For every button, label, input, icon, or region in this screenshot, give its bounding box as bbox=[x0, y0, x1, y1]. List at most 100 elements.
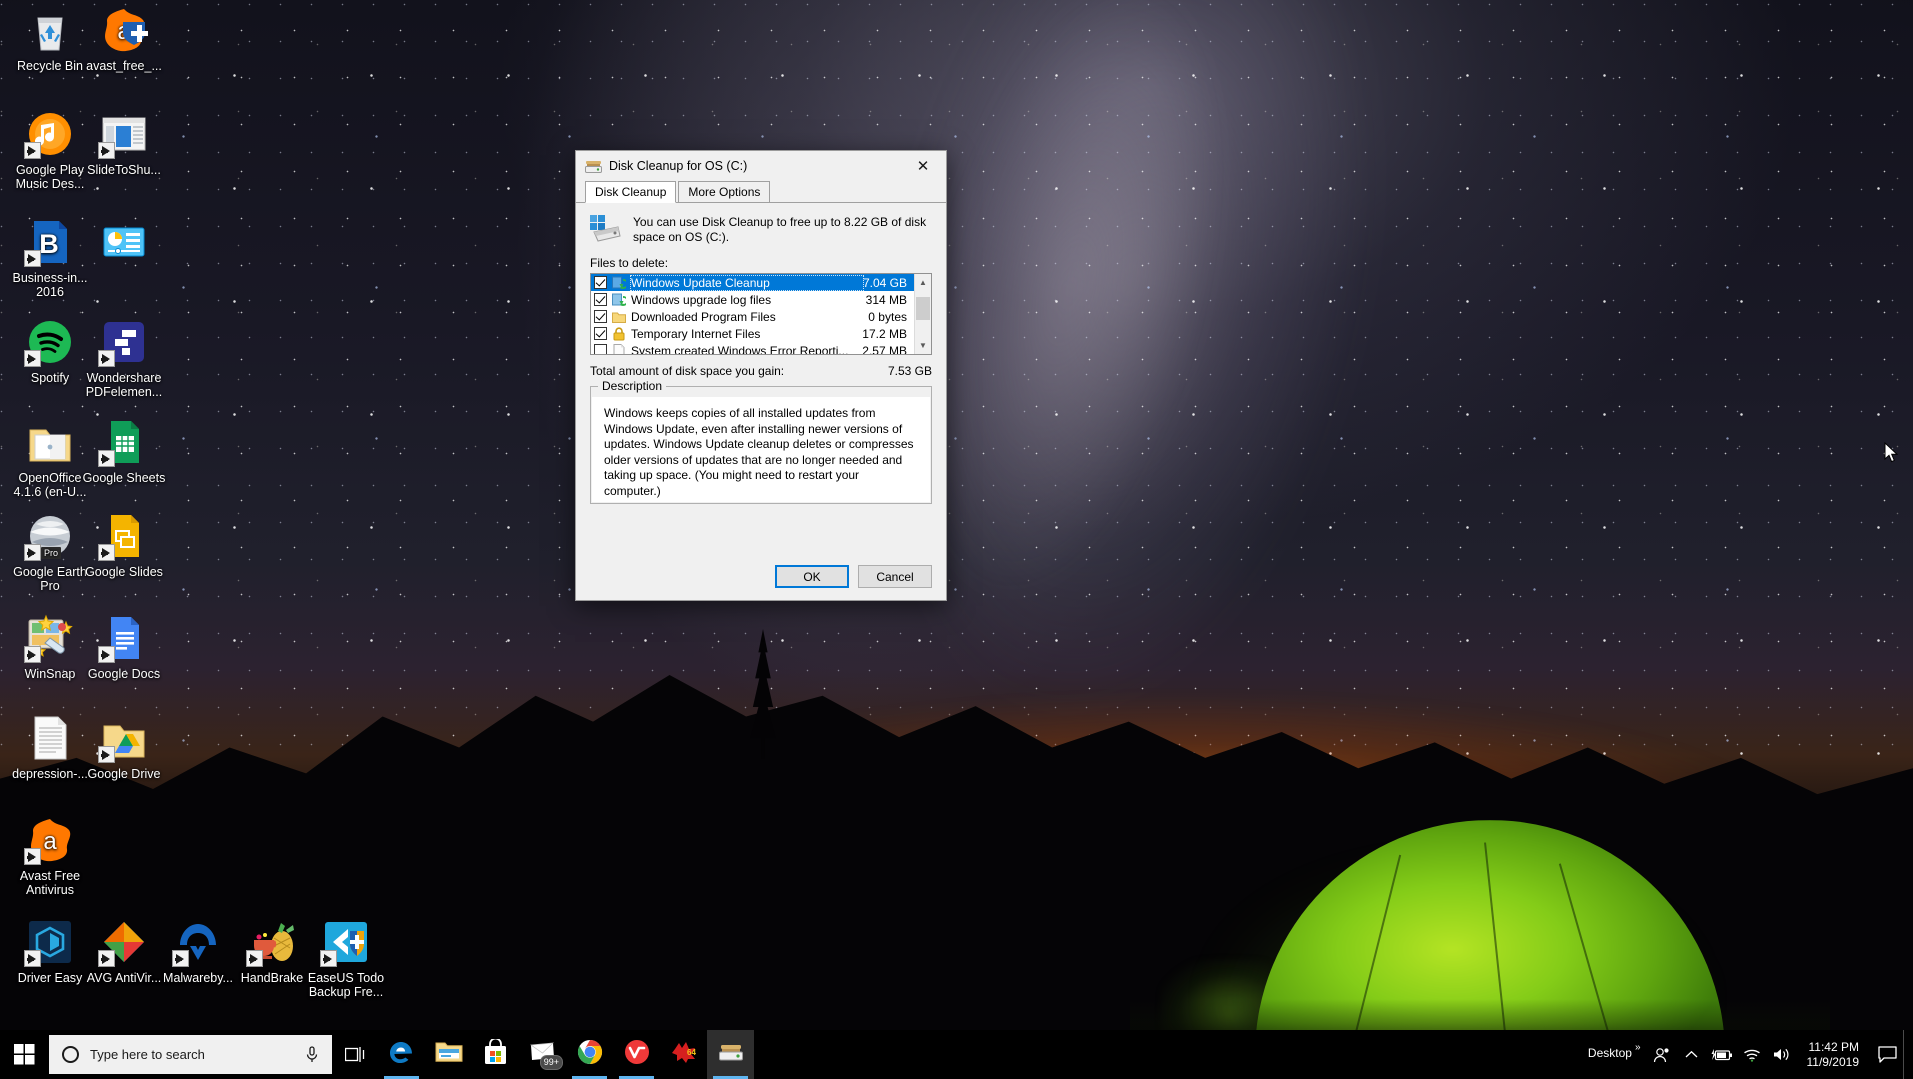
file-row-checkbox[interactable] bbox=[594, 344, 607, 354]
google-play-music-icon bbox=[24, 110, 74, 159]
business-document-icon: B bbox=[24, 218, 74, 267]
malwarebytes-icon bbox=[172, 918, 222, 967]
openoffice-folder-icon bbox=[26, 418, 74, 466]
svg-text:64: 64 bbox=[687, 1048, 696, 1057]
spotify-icon bbox=[24, 318, 74, 367]
slidetoshutdown-icon bbox=[98, 110, 148, 159]
dialog-titlebar[interactable]: Disk Cleanup for OS (C:) ✕ bbox=[576, 151, 946, 181]
windows-update-icon bbox=[612, 276, 628, 290]
file-rows[interactable]: Windows Update Cleanup 7.04 GB Windows upg… bbox=[591, 274, 914, 354]
file-row[interactable]: Temporary Internet Files 17.2 MB bbox=[591, 325, 914, 342]
file-row-checkbox[interactable] bbox=[594, 293, 607, 306]
google-docs-icon bbox=[98, 614, 148, 663]
clock-date: 11/9/2019 bbox=[1806, 1054, 1860, 1069]
file-row-checkbox[interactable] bbox=[594, 327, 607, 340]
action-center-icon[interactable] bbox=[1871, 1030, 1903, 1079]
desktop[interactable]: Recycle Binaavast_free_...Google Play Mu… bbox=[0, 0, 1913, 1079]
taskbar-app-64c[interactable]: 64 bbox=[660, 1030, 707, 1079]
taskbar-app-file-explorer[interactable] bbox=[425, 1030, 472, 1079]
taskbar-apps[interactable]: 99+ 64 bbox=[378, 1030, 754, 1079]
task-view-button[interactable] bbox=[332, 1030, 378, 1079]
desktop-icon-label: Avast Free Antivirus bbox=[19, 869, 81, 897]
tab-disk-cleanup[interactable]: Disk Cleanup bbox=[585, 181, 677, 203]
people-icon[interactable] bbox=[1647, 1030, 1677, 1079]
show-desktop-button[interactable] bbox=[1903, 1030, 1911, 1079]
taskbar[interactable]: Type here to search 99+ 64 Desktop » 11:… bbox=[0, 1030, 1913, 1079]
desktop-icon-slidetoshu[interactable]: SlideToShu... bbox=[78, 110, 170, 177]
taskbar-app-mail[interactable]: 99+ bbox=[519, 1030, 566, 1079]
microphone-icon[interactable] bbox=[305, 1045, 319, 1064]
desktop-icon-google-sheets[interactable]: Google Sheets bbox=[78, 418, 170, 485]
speaker-icon[interactable] bbox=[1767, 1030, 1797, 1079]
disk-cleanup-icon bbox=[585, 159, 602, 174]
search-input[interactable]: Type here to search bbox=[49, 1035, 332, 1074]
desktop-icon-wondershare-pdfelemen[interactable]: Wondershare PDFelemen... bbox=[78, 318, 170, 399]
tray-overflow-icon[interactable]: » bbox=[1635, 1042, 1641, 1053]
system-tray[interactable]: Desktop » 11:42 PM 11/9/2019 bbox=[1578, 1030, 1913, 1079]
desktop-icon-easeus-todo-backup-fre[interactable]: EaseUS Todo Backup Fre... bbox=[300, 918, 392, 999]
file-row[interactable]: Windows Update Cleanup 7.04 GB bbox=[591, 274, 914, 291]
file-row-checkbox[interactable] bbox=[594, 276, 607, 289]
file-row-name: Windows upgrade log files bbox=[631, 292, 772, 307]
wifi-icon[interactable] bbox=[1737, 1030, 1767, 1079]
ok-button[interactable]: OK bbox=[775, 565, 849, 588]
shortcut-arrow-icon bbox=[24, 848, 41, 865]
list-scrollbar[interactable]: ▲ ▼ bbox=[914, 274, 931, 354]
search-placeholder: Type here to search bbox=[90, 1047, 205, 1062]
file-row-name: Downloaded Program Files bbox=[631, 309, 776, 324]
edge-icon bbox=[388, 1039, 415, 1071]
start-button[interactable] bbox=[0, 1030, 48, 1079]
scrollbar-thumb[interactable] bbox=[916, 297, 930, 320]
description-legend: Description bbox=[598, 379, 667, 393]
google-sheets-icon bbox=[98, 418, 148, 467]
pdfelement-icon bbox=[98, 318, 148, 367]
file-row-size: 0 bytes bbox=[868, 309, 907, 324]
description-text: Windows keeps copies of all installed up… bbox=[592, 397, 930, 502]
easeus-todo-backup-icon bbox=[320, 918, 370, 967]
scrollbar-track[interactable] bbox=[915, 291, 931, 337]
pro-badge: Pro bbox=[41, 547, 62, 559]
taskbar-app-vivaldi[interactable] bbox=[613, 1030, 660, 1079]
tray-desktop-text: Desktop bbox=[1587, 1046, 1632, 1060]
scroll-down-icon[interactable]: ▼ bbox=[915, 337, 931, 354]
desktop-icon-google-docs[interactable]: Google Docs bbox=[78, 614, 170, 681]
clock[interactable]: 11:42 PM 11/9/2019 bbox=[1797, 1040, 1872, 1070]
dialog-intro-text: You can use Disk Cleanup to free up to 8… bbox=[633, 215, 927, 244]
close-icon[interactable]: ✕ bbox=[900, 151, 946, 180]
dialog-buttons[interactable]: OK Cancel bbox=[775, 565, 932, 588]
description-group: Description Windows keeps copies of all … bbox=[590, 379, 932, 504]
taskbar-app-disk-cleanup[interactable] bbox=[707, 1030, 754, 1079]
desktop-icon-presentation-icon[interactable] bbox=[78, 218, 170, 271]
tray-desktop-label[interactable]: Desktop » bbox=[1578, 1030, 1647, 1079]
file-explorer-icon bbox=[435, 1040, 463, 1069]
files-to-delete-list[interactable]: Windows Update Cleanup 7.04 GB Windows upg… bbox=[590, 273, 932, 355]
file-row[interactable]: System created Windows Error Reporti... 2… bbox=[591, 342, 914, 354]
shortcut-arrow-icon bbox=[98, 950, 115, 967]
file-row-size: 2.57 MB bbox=[862, 343, 907, 355]
desktop-icon-google-drive[interactable]: Google Drive bbox=[78, 714, 170, 781]
show-hidden-icons-icon[interactable] bbox=[1677, 1030, 1707, 1079]
desktop-icon-avast-free[interactable]: a avast_free_... bbox=[78, 6, 170, 73]
disk-cleanup-icon bbox=[717, 1040, 745, 1069]
desktop-icon-avast-free-antivirus[interactable]: a Avast Free Antivirus bbox=[4, 816, 96, 897]
file-row[interactable]: Downloaded Program Files 0 bytes bbox=[591, 308, 914, 325]
tab-more-options[interactable]: More Options bbox=[678, 181, 771, 202]
shortcut-arrow-icon bbox=[98, 450, 115, 467]
taskbar-app-microsoft-edge[interactable] bbox=[378, 1030, 425, 1079]
dialog-tabs[interactable]: Disk Cleanup More Options bbox=[576, 181, 946, 203]
google-earth-icon: Pro bbox=[24, 512, 74, 561]
disk-drive-icon bbox=[588, 214, 622, 242]
shortcut-arrow-icon bbox=[24, 950, 41, 967]
file-row[interactable]: Windows upgrade log files 314 MB bbox=[591, 291, 914, 308]
cancel-button[interactable]: Cancel bbox=[858, 565, 932, 588]
vivaldi-icon bbox=[624, 1039, 650, 1070]
taskbar-app-microsoft-store[interactable] bbox=[472, 1030, 519, 1079]
desktop-icon-google-slides[interactable]: Google Slides bbox=[78, 512, 170, 579]
battery-charging-icon[interactable] bbox=[1707, 1030, 1737, 1079]
desktop-icon-label: Google Drive bbox=[87, 767, 161, 781]
file-row-checkbox[interactable] bbox=[594, 310, 607, 323]
disk-cleanup-dialog[interactable]: Disk Cleanup for OS (C:) ✕ Disk Cleanup M… bbox=[575, 150, 947, 601]
shortcut-arrow-icon bbox=[98, 544, 115, 561]
taskbar-app-google-chrome[interactable] bbox=[566, 1030, 613, 1079]
scroll-up-icon[interactable]: ▲ bbox=[915, 274, 931, 291]
